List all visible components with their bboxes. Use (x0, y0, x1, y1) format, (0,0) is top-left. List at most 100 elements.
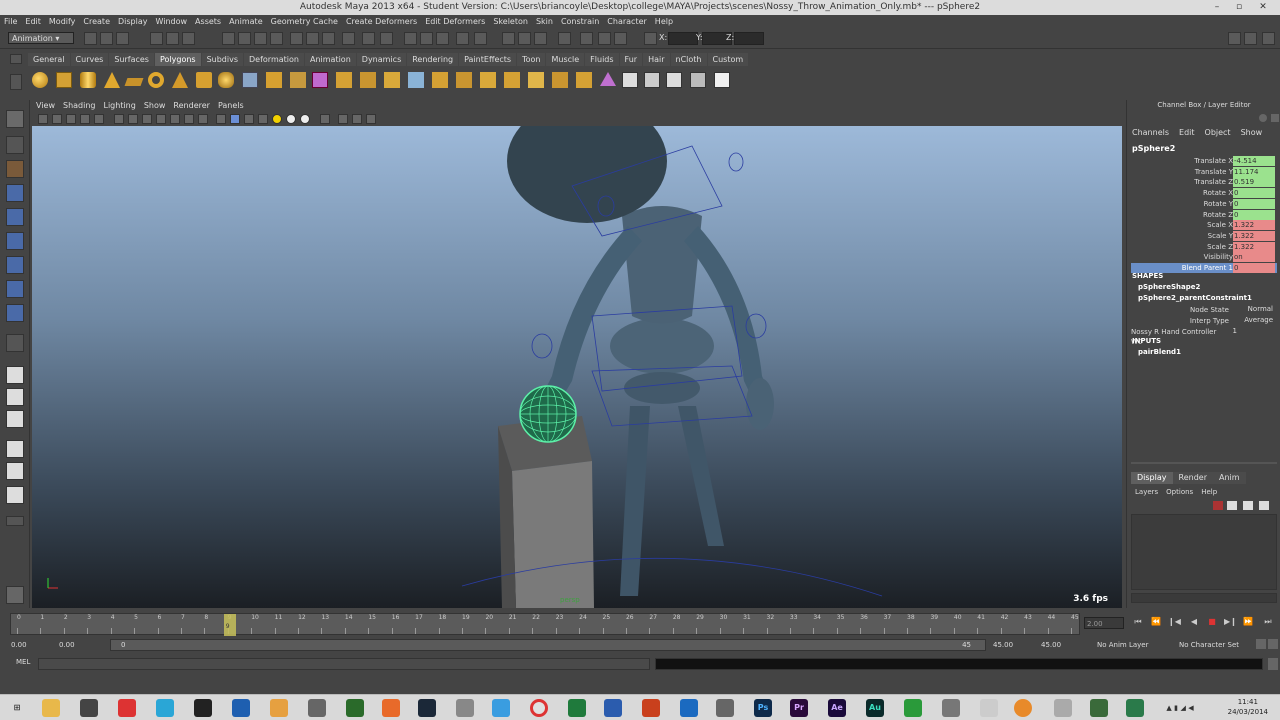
render-settings-icon[interactable] (436, 32, 449, 45)
poly-insert-edge-icon[interactable] (504, 72, 520, 88)
premiere-app-icon[interactable]: Pr (790, 699, 808, 717)
skype-app-icon[interactable] (156, 699, 174, 717)
construction-history-icon[interactable] (502, 32, 515, 45)
powerpoint-app-icon[interactable] (642, 699, 660, 717)
menu-file[interactable]: File (0, 15, 21, 29)
history-icon[interactable] (306, 32, 319, 45)
network-app-icon[interactable] (456, 699, 474, 717)
universal-manipulator-icon[interactable] (6, 256, 24, 274)
ambient-occlusion-icon[interactable] (352, 114, 362, 124)
attr-row[interactable]: Rotate Y0 (1131, 198, 1277, 209)
attr-row-hand-weight[interactable]: Nossy R Hand Controller W0 1 (1131, 327, 1277, 346)
panel-menu-show[interactable]: Show (140, 100, 170, 112)
tray-system-icons[interactable]: ▲ ▮ ◢ ◀ (1160, 699, 1200, 717)
attr-row[interactable]: Scale X 1.322 (1131, 220, 1277, 231)
poly-separate-icon[interactable] (266, 72, 282, 88)
xray-icon[interactable] (300, 114, 310, 124)
select-tool-icon[interactable] (6, 110, 24, 128)
help-icon[interactable] (342, 32, 355, 45)
menu-skin[interactable]: Skin (532, 15, 557, 29)
menu-help[interactable]: Help (651, 15, 677, 29)
shelf-tab-ncloth[interactable]: nCloth (670, 53, 707, 66)
taskbar-clock[interactable]: 11:41 24/03/2014 (1228, 697, 1268, 717)
current-frame-marker[interactable]: 9 (223, 614, 236, 636)
poly-combine-icon[interactable] (242, 72, 258, 88)
minimize-button[interactable]: – (1208, 0, 1226, 15)
panel-menu-panels[interactable]: Panels (214, 100, 248, 112)
input-node[interactable]: pairBlend1 (1138, 348, 1181, 356)
attr-row[interactable]: Visibility on (1131, 252, 1277, 263)
ribbon-app-icon[interactable] (980, 699, 998, 717)
new-layer-icon[interactable] (1213, 501, 1223, 510)
internet-explorer-icon[interactable] (492, 699, 510, 717)
controller-app-icon[interactable] (308, 699, 326, 717)
anim-layer-dropdown[interactable]: No Anim Layer (1094, 639, 1170, 651)
tool-settings-icon[interactable] (614, 32, 627, 45)
step-back-frame-icon[interactable]: ❙◀ (1168, 616, 1181, 628)
auto-key-icon[interactable] (1268, 639, 1278, 649)
brush-app-icon[interactable] (1054, 699, 1072, 717)
show-channel-box-icon[interactable] (1228, 32, 1241, 45)
soft-modification-icon[interactable] (6, 280, 24, 298)
paint-select-tool-icon[interactable] (6, 160, 24, 178)
gate-mask-icon[interactable] (156, 114, 166, 124)
move-tool-icon[interactable] (6, 184, 24, 202)
show-attribute-editor-icon[interactable] (1244, 32, 1257, 45)
menu-edit[interactable]: Edit (21, 15, 45, 29)
poly-bevel-icon[interactable] (456, 72, 472, 88)
attr-value-field[interactable]: 0 (1233, 209, 1275, 220)
step-forward-key-icon[interactable]: ⏩ (1242, 616, 1254, 628)
layer-menu-layers[interactable]: Layers (1131, 486, 1162, 498)
cb-menu-show[interactable]: Show (1236, 127, 1268, 139)
layer-sort-icon[interactable] (1243, 501, 1253, 510)
attr-value-field[interactable]: 0 (1233, 198, 1275, 209)
orange-app-icon[interactable] (1014, 699, 1032, 717)
tray-network-icon[interactable] (1126, 699, 1144, 717)
photoshop-app-icon[interactable]: Ps (754, 699, 772, 717)
poly-append-icon[interactable] (384, 72, 400, 88)
smooth-shade-icon[interactable] (230, 114, 240, 124)
select-camera-icon[interactable] (38, 114, 48, 124)
menu-window[interactable]: Window (152, 15, 192, 29)
attr-value-field[interactable]: 1.322 (1233, 241, 1275, 252)
nvidia-app-icon[interactable] (346, 699, 364, 717)
snap-plane-icon[interactable] (270, 32, 283, 45)
acrobat-app-icon[interactable] (118, 699, 136, 717)
relative-transform-icon[interactable] (558, 32, 571, 45)
maximize-button[interactable]: ▫ (1230, 0, 1248, 15)
menu-skeleton[interactable]: Skeleton (489, 15, 532, 29)
step-forward-frame-icon[interactable]: ▶❙ (1224, 616, 1237, 628)
snap-curve-icon[interactable] (238, 32, 251, 45)
ubisoft-app-icon[interactable] (232, 699, 250, 717)
automatic-mapping-icon[interactable] (690, 72, 706, 88)
attr-row-node-state[interactable]: Node State Normal (1131, 305, 1277, 315)
layer-delete-icon[interactable] (1259, 501, 1269, 510)
render-view-icon[interactable] (474, 32, 487, 45)
panel-menu-shading[interactable]: Shading (59, 100, 100, 112)
poly-merge-icon[interactable] (432, 72, 448, 88)
cb-menu-channels[interactable]: Channels (1127, 127, 1174, 139)
command-language-label[interactable]: MEL (16, 658, 30, 666)
grid-toggle-icon[interactable] (114, 114, 124, 124)
default-lighting-icon[interactable] (272, 114, 282, 124)
start-button-icon[interactable]: ⊞ (8, 699, 26, 717)
anti-alias-icon[interactable] (366, 114, 376, 124)
shelf-tab-custom[interactable]: Custom (707, 53, 749, 66)
attr-row[interactable]: Translate Z 0.519 (1131, 177, 1277, 188)
panel-menu-renderer[interactable]: Renderer (169, 100, 214, 112)
stop-icon[interactable]: ■ (1206, 616, 1218, 628)
panel-splitter[interactable] (1131, 462, 1277, 464)
lock-icon[interactable] (362, 32, 375, 45)
shelf-tab-general[interactable]: General (28, 53, 70, 66)
menu-modify[interactable]: Modify (45, 15, 80, 29)
word-app-icon[interactable] (604, 699, 622, 717)
shelf-tab-fur[interactable]: Fur (619, 53, 643, 66)
object-name[interactable]: pSphere2 (1132, 144, 1175, 153)
show-manipulator-icon[interactable] (6, 304, 24, 322)
file-explorer-icon[interactable] (42, 699, 60, 717)
poly-sphere-icon[interactable] (32, 72, 48, 88)
hypershade-layout-icon[interactable] (6, 462, 24, 480)
mel-input-field[interactable] (38, 658, 650, 670)
panel-menu-view[interactable]: View (32, 100, 59, 112)
input-field-icon[interactable] (518, 32, 531, 45)
